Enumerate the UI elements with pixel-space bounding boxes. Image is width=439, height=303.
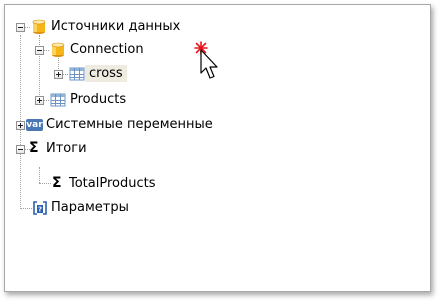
table-icon [69, 67, 85, 81]
svg-text:?: ? [38, 206, 42, 214]
tree-node-label: cross [85, 65, 127, 82]
sigma-icon: Σ [52, 175, 62, 191]
tree-connector-line [25, 27, 30, 28]
var-icon-text: var [26, 120, 43, 130]
tree-connector-line [44, 100, 49, 101]
database-icon [32, 19, 46, 34]
tree-connector-line [63, 74, 68, 75]
collapse-toggle[interactable] [16, 23, 25, 32]
tree-connector-line [39, 167, 40, 183]
sigma-icon: Σ [29, 140, 39, 156]
tree-connector-line [44, 50, 49, 51]
tree-node-label: Параметры [51, 200, 129, 215]
expand-toggle[interactable] [35, 96, 44, 105]
expand-toggle[interactable] [16, 121, 25, 130]
tree-connector-line [20, 208, 32, 209]
tree-node-label: Connection [70, 42, 144, 57]
database-icon [51, 42, 65, 57]
mouse-cursor-icon [194, 41, 218, 79]
parameter-icon: ? [33, 201, 47, 215]
tree-connector-line [39, 183, 51, 184]
collapse-toggle[interactable] [35, 46, 44, 55]
collapse-toggle[interactable] [16, 145, 25, 154]
tree-node-label: Системные переменные [46, 117, 213, 132]
expand-toggle[interactable] [54, 70, 63, 79]
tree-node-label: Products [70, 92, 127, 107]
tree-node-label: TotalProducts [69, 176, 156, 191]
tree-connector-line [39, 35, 40, 101]
tree-node-label: Итоги [46, 141, 87, 156]
tree-node-label: Источники данных [51, 19, 181, 34]
var-icon: var [26, 119, 43, 131]
table-icon [50, 93, 66, 107]
